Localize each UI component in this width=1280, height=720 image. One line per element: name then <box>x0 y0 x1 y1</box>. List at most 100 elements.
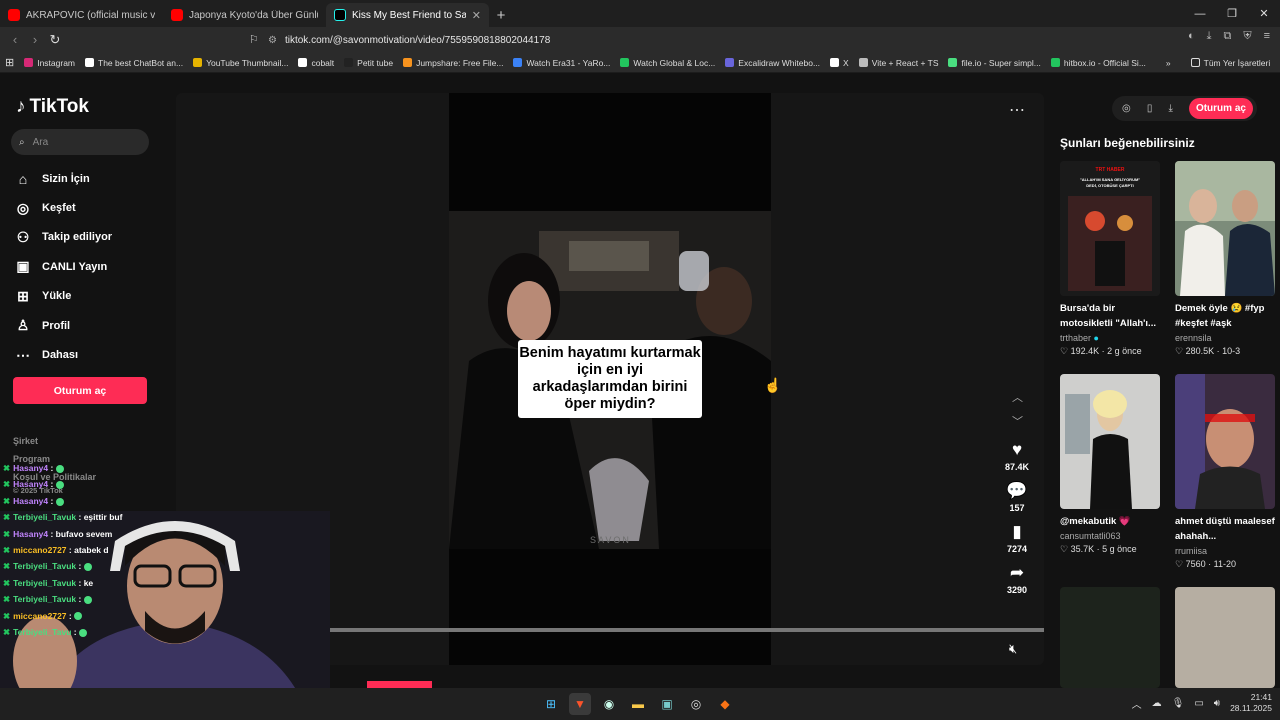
browser-tab[interactable]: AKRAPOVIC (official music video) - YouTu… <box>0 3 163 27</box>
windows-start-icon[interactable]: ⊞ <box>540 693 562 715</box>
obs-icon[interactable]: ◎ <box>685 693 707 715</box>
chat-username: Terbiyeli_Tavuk <box>13 577 77 588</box>
tiktok-logo[interactable]: ♪ TikTok <box>16 96 89 118</box>
chat-username: Hasany4 <box>13 463 49 473</box>
shield-icon[interactable]: ⛨ <box>1243 30 1251 43</box>
photos-icon[interactable]: ▣ <box>656 693 678 715</box>
sidebar-item[interactable]: ▣ CANLI Yayın <box>14 252 112 281</box>
sidebar-item-label: Sizin İçin <box>42 172 90 185</box>
comment-button[interactable]: 💬 157 <box>1001 481 1033 513</box>
verified-icon: ● <box>1093 333 1099 343</box>
url-text: tiktok.com/@savonmotivation/video/755959… <box>284 34 551 46</box>
chat-message: ✖ miccano2727 : <box>3 608 122 624</box>
all-bookmarks[interactable]: Tüm Yer İşaretleri <box>1186 58 1276 68</box>
bookmark-item[interactable]: Instagram <box>19 58 80 68</box>
clock[interactable]: 21:41 28.11.2025 <box>1230 692 1272 714</box>
video-progress-bar[interactable] <box>290 628 1044 632</box>
more-options-icon[interactable]: ⋯ <box>1009 100 1025 120</box>
save-button[interactable]: ▮ 7274 <box>1001 522 1033 554</box>
kick-badge-icon: ✖ <box>3 528 11 539</box>
sidebar-item[interactable]: ⌂ Sizin İçin <box>14 164 112 193</box>
download-icon[interactable]: ⤓ <box>1168 103 1172 114</box>
recommendation-card[interactable] <box>1060 587 1161 688</box>
downloads-icon[interactable]: ⤓ <box>1207 30 1212 43</box>
chevron-down-icon[interactable]: ﹀ <box>1012 410 1023 434</box>
bookmark-item[interactable]: The best ChatBot an... <box>80 58 188 68</box>
search-input[interactable]: ⌕ Ara <box>11 129 149 155</box>
sidebar-item[interactable]: ⚇ Takip ediliyor <box>14 223 112 252</box>
chat-username: Hasany4 <box>13 495 49 506</box>
bookmark-item[interactable]: Petit tube <box>339 58 398 68</box>
like-button[interactable]: ♥ 87.4K <box>1001 440 1033 472</box>
share-button[interactable]: ➦ 3290 <box>1001 563 1033 595</box>
sidebar-item-label: Profil <box>42 319 71 332</box>
reload-icon[interactable]: ↻ <box>48 32 62 48</box>
url-field[interactable]: ⚙ tiktok.com/@savonmotivation/video/7559… <box>268 30 992 50</box>
kick-badge-icon: ✖ <box>3 594 11 605</box>
extensions-icon[interactable]: ◐ <box>1188 30 1195 43</box>
bookmarks-bar: ⊞ Instagram The best ChatBot an... YouTube… <box>0 53 1280 73</box>
brave-browser-icon[interactable]: ▼ <box>569 693 591 715</box>
youtube-icon <box>171 9 183 21</box>
kick-badge-icon: ✖ <box>3 627 11 638</box>
browser-tab-active[interactable]: Kiss My Best Friend to Save My Life✕ <box>326 3 489 27</box>
new-tab-button[interactable]: + <box>489 3 513 27</box>
bookmark-item[interactable]: Excalidraw Whitebo... <box>720 58 825 68</box>
muted-speaker-icon[interactable]: 🔇︎ <box>1009 641 1017 657</box>
recommendation-card[interactable]: TRT HABER "ALLAH'IM SANA GELİYORUM" DEDİ… <box>1060 161 1161 357</box>
apps-icon[interactable]: ⊞ <box>0 56 19 69</box>
recommendation-card[interactable] <box>1175 587 1276 688</box>
volume-icon[interactable]: 🔊︎ <box>1214 698 1220 709</box>
browser-tab[interactable]: Japonya Kyoto'da Über Günlükleri 5 - You… <box>163 3 326 27</box>
back-icon[interactable]: ‹ <box>8 32 22 48</box>
emote-icon <box>83 596 92 604</box>
chevron-up-icon[interactable]: ︿ <box>1012 386 1023 410</box>
bookmark-item[interactable]: Watch Global & Loc... <box>615 58 720 68</box>
chat-username: Terbiyeli_Tavuk <box>13 594 77 605</box>
app-icon[interactable]: ◆ <box>714 693 736 715</box>
minimize-button[interactable]: — <box>1184 0 1216 27</box>
cloud-icon[interactable]: ☁ <box>1152 698 1162 709</box>
recommendation-card[interactable]: Demek öyle 😢 #fyp #keşfet #aşk erennsila… <box>1175 161 1276 357</box>
footer-link[interactable]: Şirket <box>13 432 96 450</box>
recommendation-card[interactable]: @mekabutik 💗 cansumtatli063 ♡ 35.7K · 5 … <box>1060 374 1161 555</box>
microphone-icon[interactable]: 🎙︎ <box>1172 698 1185 709</box>
bookmark-item[interactable]: X <box>825 58 854 68</box>
bookmark-item[interactable]: Vite + React + TS <box>854 58 944 68</box>
coin-icon[interactable]: ◎ <box>1122 103 1131 114</box>
menu-icon[interactable]: ≡ <box>1264 30 1270 43</box>
bookmarks-more-icon[interactable]: » <box>1161 58 1176 68</box>
windows-taskbar: ⊞ ▼ ◉ ▬ ▣ ◎ ◆ ︿ ☁ 🎙︎ ▭ 🔊︎ 21:41 28.11.20… <box>0 688 1280 720</box>
sidebar-item[interactable]: ♙ Profil <box>14 311 112 340</box>
bookmark-item[interactable]: YouTube Thumbnail... <box>188 58 293 68</box>
steam-icon[interactable]: ◉ <box>598 693 620 715</box>
site-info-icon[interactable]: ⚙ <box>268 35 277 46</box>
chat-text: ke <box>83 577 94 588</box>
chat-username: Terbiyeli_Tavuk <box>13 512 77 523</box>
sidebar-item[interactable]: ◎ Keşfet <box>14 193 112 222</box>
recommendation-card[interactable]: ahmet düştü maalesef ahahah... rrumiisa … <box>1175 374 1276 570</box>
bookmark-icon[interactable]: ⚐ <box>249 33 259 46</box>
bookmark-item[interactable]: Watch Era31 - YaRo... <box>508 58 615 68</box>
file-explorer-icon[interactable]: ▬ <box>627 693 649 715</box>
bookmark-favicon-icon <box>830 58 840 67</box>
device-icon[interactable]: ▯ <box>1147 103 1153 114</box>
video-caption: Benim hayatımı kurtarmak için en iyi ark… <box>518 340 702 418</box>
bookmark-item[interactable]: cobalt <box>293 58 339 68</box>
forward-icon[interactable]: › <box>28 32 42 48</box>
sidebar-item-label: Yükle <box>42 290 72 303</box>
login-button[interactable]: Oturum aç <box>13 377 147 404</box>
sidebar-item[interactable]: ⊞ Yükle <box>14 282 112 311</box>
network-icon[interactable]: ▭ <box>1194 698 1203 709</box>
close-window-button[interactable]: ✕ <box>1248 0 1280 27</box>
bookmark-item[interactable]: hitbox.io - Official Si... <box>1046 58 1151 68</box>
history-icon[interactable]: ⧉ <box>1223 30 1231 43</box>
bookmark-item[interactable]: Jumpshare: Free File... <box>398 58 508 68</box>
sidebar-item[interactable]: ⋯ Dahası <box>14 340 112 369</box>
top-login-button[interactable]: Oturum aç <box>1188 98 1253 119</box>
bookmark-favicon-icon <box>513 58 523 67</box>
bookmark-item[interactable]: file.io - Super simpl... <box>943 58 1045 68</box>
maximize-button[interactable]: ❐ <box>1216 0 1248 27</box>
chevron-up-tray-icon[interactable]: ︿ <box>1132 696 1142 711</box>
close-tab-icon[interactable]: ✕ <box>472 9 481 22</box>
